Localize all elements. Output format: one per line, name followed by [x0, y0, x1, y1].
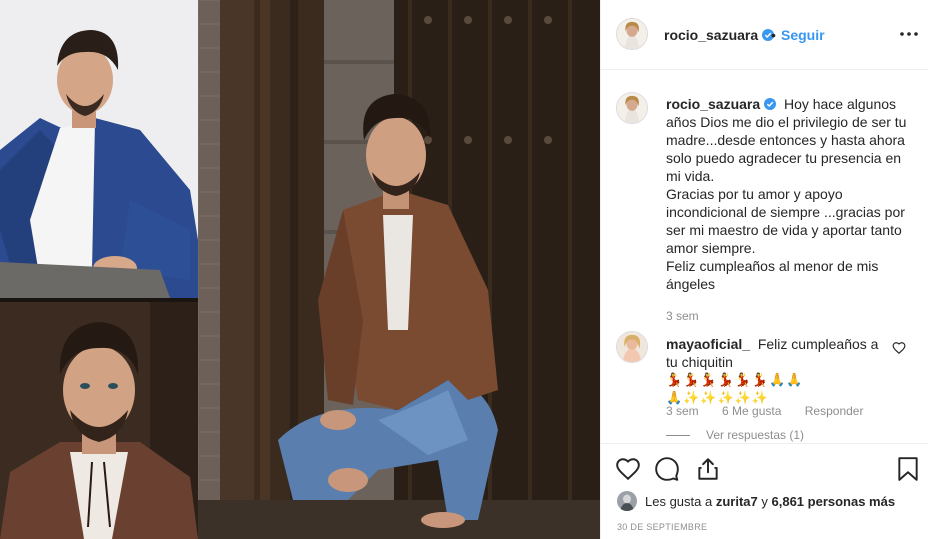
caption-line: amor siempre.	[666, 240, 756, 256]
caption-author-avatar[interactable]	[616, 92, 648, 124]
author-avatar[interactable]	[616, 18, 648, 50]
like-button[interactable]	[615, 456, 641, 482]
share-button[interactable]	[695, 456, 721, 482]
comment-emoji-row: 💃💃💃💃💃💃🙏🙏	[666, 371, 888, 389]
bookmark-icon	[898, 457, 918, 481]
caption-line-text: Hoy hace algunos	[783, 96, 897, 112]
header-separator: •	[771, 27, 776, 43]
view-replies-button[interactable]: Ver respuestas (1)	[666, 428, 804, 442]
post-image[interactable]	[0, 0, 600, 539]
caption-author-avatar-art	[617, 93, 647, 123]
reply-button[interactable]: Responder	[805, 404, 864, 418]
save-button[interactable]	[895, 456, 921, 482]
comment-button[interactable]	[654, 456, 680, 482]
caption-line: años Dios me dio el privilegio de ser tu	[666, 114, 907, 130]
commenter-username[interactable]: mayaoficial_	[666, 336, 750, 352]
liker-avatar[interactable]	[617, 491, 637, 511]
view-replies-label[interactable]: Ver respuestas (1)	[706, 428, 804, 442]
commenter-avatar-art	[617, 332, 647, 362]
caption-line: Feliz cumpleaños al menor de mis	[666, 258, 879, 274]
comment-timestamp[interactable]: 3 sem	[666, 404, 699, 418]
caption: rocio_sazuara Hoy hace algunos años Dios…	[666, 95, 916, 293]
likes-prefix: Les gusta a	[645, 494, 713, 509]
caption-line: rocio_sazuara Hoy hace algunos	[666, 95, 916, 113]
photo-crouching-door-art	[198, 0, 600, 539]
caption-line: mi vida.	[666, 168, 715, 184]
dancer-emojis: 💃💃💃💃💃💃	[666, 372, 770, 387]
comment-likes-count[interactable]: 6 Me gusta	[722, 404, 781, 418]
post-date[interactable]: 30 de septiembre	[617, 522, 707, 532]
comment-bubble-icon	[655, 457, 679, 481]
photo-blue-blazer-art	[0, 0, 198, 298]
author-username[interactable]: rocio_sazuara	[664, 27, 775, 43]
post-header: rocio_sazuara • Seguir	[601, 0, 928, 70]
caption-line: Gracias por tu amor y apoyo	[666, 186, 843, 202]
likes-count[interactable]: 6,861 personas más	[772, 494, 896, 509]
more-options-icon[interactable]	[897, 24, 921, 44]
likes-summary: Les gusta a zurita7 y 6,861 personas más	[645, 494, 895, 509]
commenter-avatar[interactable]	[616, 331, 648, 363]
post-actions: Les gusta a zurita7 y 6,861 personas más…	[601, 443, 928, 539]
liker-avatar-art	[617, 491, 637, 511]
caption-line: incondicional de siempre ...gracias por	[666, 204, 905, 220]
photo-portrait-closeup-art	[0, 302, 198, 539]
caption-timestamp[interactable]: 3 sem	[666, 309, 699, 323]
photo-portrait-closeup	[0, 302, 198, 539]
comment-like-heart-icon[interactable]	[892, 341, 906, 355]
likes-connector: y	[761, 494, 768, 509]
caption-line: ser mi maestro de vida y aportar tanto	[666, 222, 902, 238]
liker-username[interactable]: zurita7	[716, 494, 758, 509]
comment-meta: 3 sem 6 Me gusta Responder	[666, 404, 883, 418]
comments-list[interactable]: rocio_sazuara Hoy hace algunos años Dios…	[601, 71, 928, 443]
comment-body-line1: Feliz cumpleaños a	[757, 336, 879, 352]
heart-icon	[616, 458, 640, 481]
author-avatar-art	[617, 19, 647, 49]
pray-emoji: 🙏	[666, 390, 684, 405]
share-icon	[698, 458, 718, 480]
photo-crouching-door	[198, 0, 600, 539]
comment-text: mayaoficial_ Feliz cumpleaños a tu chiqu…	[666, 335, 888, 407]
caption-username[interactable]: rocio_sazuara	[666, 96, 760, 112]
follow-button[interactable]: Seguir	[781, 27, 825, 43]
pray-emojis: 🙏🙏	[769, 372, 804, 387]
replies-divider	[666, 435, 690, 437]
caption-line: ángeles	[666, 276, 716, 292]
caption-lines: rocio_sazuara Hoy hace algunos años Dios…	[666, 95, 916, 293]
photo-blue-blazer	[0, 0, 198, 298]
author-username-text[interactable]: rocio_sazuara	[664, 27, 758, 43]
caption-line: madre...desde entonces y hasta ahora	[666, 132, 905, 148]
post-sidebar: rocio_sazuara • Seguir rocio_sazuara Hoy…	[600, 0, 928, 539]
caption-line: solo puedo agradecer tu presencia en	[666, 150, 902, 166]
verified-badge-icon	[764, 98, 777, 110]
sparkle-emojis: ✨✨✨✨✨	[683, 390, 770, 405]
comment-body-line2: tu chiquitin	[666, 354, 733, 370]
